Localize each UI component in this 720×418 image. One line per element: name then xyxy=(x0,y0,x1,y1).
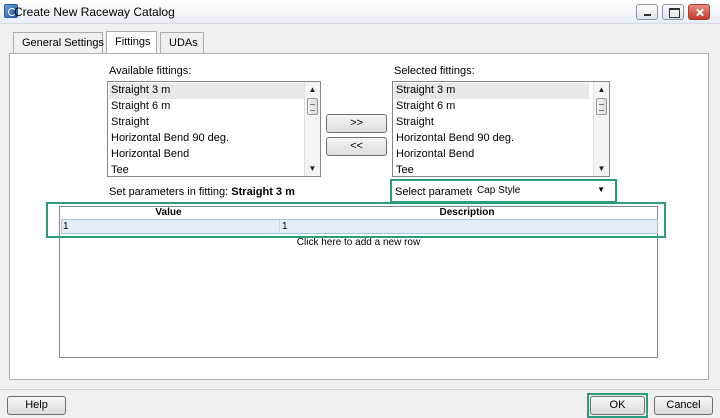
select-parameter-label: Select parameter: xyxy=(395,186,482,198)
value-cell[interactable]: 1 xyxy=(63,221,69,232)
list-item[interactable]: Straight 3 m xyxy=(109,83,304,99)
tab-general-settings[interactable]: General Settings xyxy=(13,32,104,53)
scroll-thumb[interactable] xyxy=(307,98,318,115)
available-fittings-label: Available fittings: xyxy=(109,65,192,77)
scroll-up-icon[interactable]: ▲ xyxy=(305,82,320,97)
selected-fittings-label: Selected fittings: xyxy=(394,65,475,77)
list-item[interactable]: Straight 6 m xyxy=(394,99,589,115)
title-bar: Create New Raceway Catalog xyxy=(0,0,720,24)
maximize-button[interactable] xyxy=(662,4,684,20)
scroll-down-icon[interactable]: ▼ xyxy=(594,161,609,176)
tab-udas[interactable]: UDAs xyxy=(160,32,204,53)
list-item[interactable]: Straight xyxy=(394,115,589,131)
parameter-select[interactable]: Cap Style ▼ xyxy=(472,182,612,200)
scroll-down-icon[interactable]: ▼ xyxy=(305,161,320,176)
list-item[interactable]: Horizontal Bend 90 deg. xyxy=(109,131,304,147)
window-title: Create New Raceway Catalog xyxy=(14,5,175,19)
available-fittings-list[interactable]: Straight 3 m Straight 6 m Straight Horiz… xyxy=(107,81,321,177)
list-item[interactable]: Straight xyxy=(109,115,304,131)
tab-fittings[interactable]: Fittings xyxy=(106,31,157,53)
list-item[interactable]: Horizontal Bend 90 deg. xyxy=(394,131,589,147)
available-scrollbar[interactable]: ▲ ▼ xyxy=(304,82,320,176)
add-fitting-button[interactable]: >> xyxy=(326,114,387,133)
list-item[interactable]: Horizontal Bend xyxy=(394,147,589,163)
parameter-grid[interactable]: Value Description 1 1 Click here to add … xyxy=(59,206,658,358)
scroll-thumb[interactable] xyxy=(596,98,607,115)
grid-header-value[interactable]: Value xyxy=(60,207,277,219)
scroll-up-icon[interactable]: ▲ xyxy=(594,82,609,97)
minimize-button[interactable] xyxy=(636,4,658,20)
close-button[interactable] xyxy=(688,4,710,20)
parameter-select-value: Cap Style xyxy=(477,185,521,196)
set-parameters-label: Set parameters in fitting: Straight 3 m xyxy=(109,186,295,198)
footer-separator xyxy=(0,389,720,390)
description-cell[interactable]: 1 xyxy=(279,220,288,233)
chevron-down-icon[interactable]: ▼ xyxy=(597,185,605,194)
list-item[interactable]: Tee xyxy=(109,163,304,176)
cancel-button[interactable]: Cancel xyxy=(654,396,713,415)
selected-scrollbar[interactable]: ▲ ▼ xyxy=(593,82,609,176)
list-item[interactable]: Horizontal Bend xyxy=(109,147,304,163)
remove-fitting-button[interactable]: << xyxy=(326,137,387,156)
current-fitting-name: Straight 3 m xyxy=(231,186,295,198)
list-item[interactable]: Straight 3 m xyxy=(394,83,589,99)
table-row[interactable]: 1 1 xyxy=(61,219,658,234)
help-button[interactable]: Help xyxy=(7,396,66,415)
add-row-link[interactable]: Click here to add a new row xyxy=(60,237,657,248)
list-item[interactable]: Tee xyxy=(394,163,589,176)
set-parameters-text: Set parameters in fitting: xyxy=(109,186,229,198)
grid-header-description[interactable]: Description xyxy=(277,207,657,219)
selected-fittings-list[interactable]: Straight 3 m Straight 6 m Straight Horiz… xyxy=(392,81,610,177)
list-item[interactable]: Straight 6 m xyxy=(109,99,304,115)
ok-button[interactable]: OK xyxy=(590,396,645,415)
